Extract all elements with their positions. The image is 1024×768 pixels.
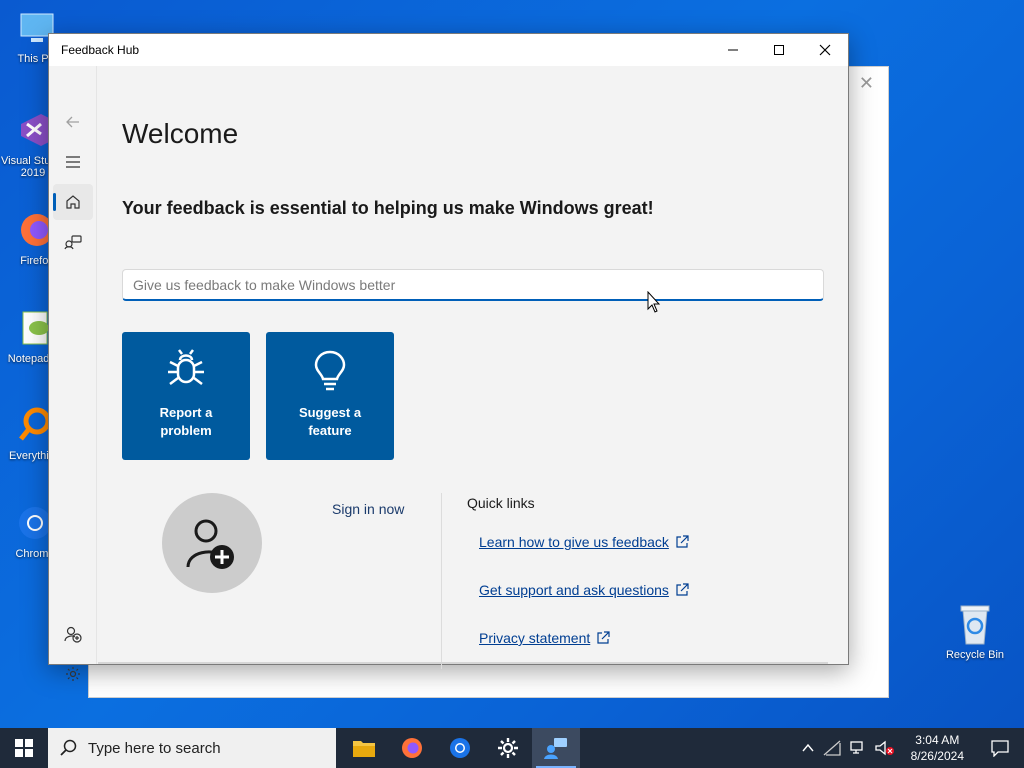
nav-add-account-button[interactable] — [53, 616, 93, 652]
home-page: Welcome Your feedback is essential to he… — [98, 66, 848, 669]
external-link-icon — [676, 535, 689, 548]
nav-settings-button[interactable] — [53, 656, 93, 692]
chevron-up-icon[interactable] — [801, 741, 815, 755]
add-person-icon — [64, 626, 82, 643]
clock-date: 8/26/2024 — [910, 749, 964, 763]
navigation-rail — [49, 66, 97, 681]
firefox-icon — [402, 738, 422, 758]
taskbar-search-placeholder: Type here to search — [88, 739, 221, 757]
taskbar-search-box[interactable]: Type here to search — [48, 728, 336, 768]
taskbar: Type here to search 3:04 AM 8/26/2024 — [0, 728, 1024, 768]
minimize-button[interactable] — [710, 34, 756, 66]
taskbar-settings[interactable] — [484, 728, 532, 768]
horizontal-scrollbar[interactable] — [98, 662, 828, 664]
lightbulb-icon — [314, 350, 346, 391]
taskbar-firefox[interactable] — [388, 728, 436, 768]
windows-logo-icon — [15, 739, 33, 757]
sign-in-link[interactable]: Sign in now — [332, 501, 404, 517]
nav-back-button[interactable] — [53, 104, 93, 140]
taskbar-file-explorer[interactable] — [340, 728, 388, 768]
close-button[interactable] — [802, 34, 848, 66]
close-icon[interactable]: ✕ — [859, 73, 874, 94]
volume-muted-icon[interactable] — [874, 740, 895, 756]
clock[interactable]: 3:04 AM 8/26/2024 — [903, 732, 972, 764]
quick-link-support[interactable]: Get support and ask questions — [479, 582, 689, 598]
avatar[interactable] — [162, 493, 262, 593]
action-center-button[interactable] — [980, 728, 1020, 768]
quick-link-label: Get support and ask questions — [479, 582, 669, 598]
quick-links-heading: Quick links — [467, 495, 535, 511]
network-icon[interactable] — [849, 740, 867, 756]
taskbar-feedback-hub[interactable] — [532, 728, 580, 768]
title-bar[interactable]: Feedback Hub — [49, 34, 848, 66]
report-problem-label: Report a problem — [159, 405, 213, 438]
chrome-icon — [450, 738, 470, 758]
notification-icon — [991, 740, 1009, 757]
page-title: Welcome — [122, 118, 239, 149]
quick-link-learn[interactable]: Learn how to give us feedback — [479, 534, 689, 550]
gear-icon — [66, 667, 80, 681]
start-button[interactable] — [0, 728, 48, 768]
feedback-hub-icon — [544, 738, 567, 759]
quick-link-privacy[interactable]: Privacy statement — [479, 630, 610, 646]
report-problem-button[interactable]: Report a problem — [122, 332, 250, 460]
minimize-icon — [728, 49, 738, 51]
taskbar-chrome[interactable] — [436, 728, 484, 768]
external-link-icon — [676, 583, 689, 596]
nav-home-button[interactable] — [53, 184, 93, 220]
back-arrow-icon — [66, 116, 79, 128]
nav-feedback-button[interactable] — [53, 224, 93, 260]
file-explorer-icon — [353, 741, 375, 757]
search-icon — [60, 739, 77, 756]
mouse-cursor-icon — [647, 291, 661, 313]
desktop-icon-label: Recycle Bin — [945, 649, 1005, 661]
divider — [441, 493, 442, 669]
suggest-feature-label: Suggest a feature — [298, 405, 362, 438]
add-person-icon — [186, 519, 234, 569]
hamburger-icon — [66, 156, 80, 168]
network-disconnected-icon[interactable] — [823, 740, 841, 756]
feedback-search-input[interactable] — [122, 269, 824, 301]
quick-link-label: Privacy statement — [479, 630, 591, 646]
nav-menu-button[interactable] — [53, 144, 93, 180]
system-tray: 3:04 AM 8/26/2024 — [801, 728, 1024, 768]
bug-icon — [168, 349, 204, 385]
suggest-feature-button[interactable]: Suggest a feature — [266, 332, 394, 460]
maximize-icon — [774, 45, 784, 55]
close-icon — [819, 44, 831, 56]
settings-icon — [498, 738, 518, 758]
feedback-hub-window: Feedback Hub Welcome Your feedback is es… — [48, 33, 849, 681]
recycle-bin-icon — [960, 605, 990, 645]
window-title: Feedback Hub — [61, 43, 140, 57]
home-icon — [66, 195, 80, 209]
desktop-icon-recycle-bin[interactable]: Recycle Bin — [940, 602, 1010, 661]
page-subtitle: Your feedback is essential to helping us… — [122, 198, 654, 218]
clock-time: 3:04 AM — [915, 733, 960, 747]
visual-studio-icon — [21, 114, 49, 146]
external-link-icon — [597, 631, 610, 644]
feedback-icon — [64, 235, 82, 250]
quick-link-label: Learn how to give us feedback — [479, 534, 669, 550]
maximize-button[interactable] — [756, 34, 802, 66]
